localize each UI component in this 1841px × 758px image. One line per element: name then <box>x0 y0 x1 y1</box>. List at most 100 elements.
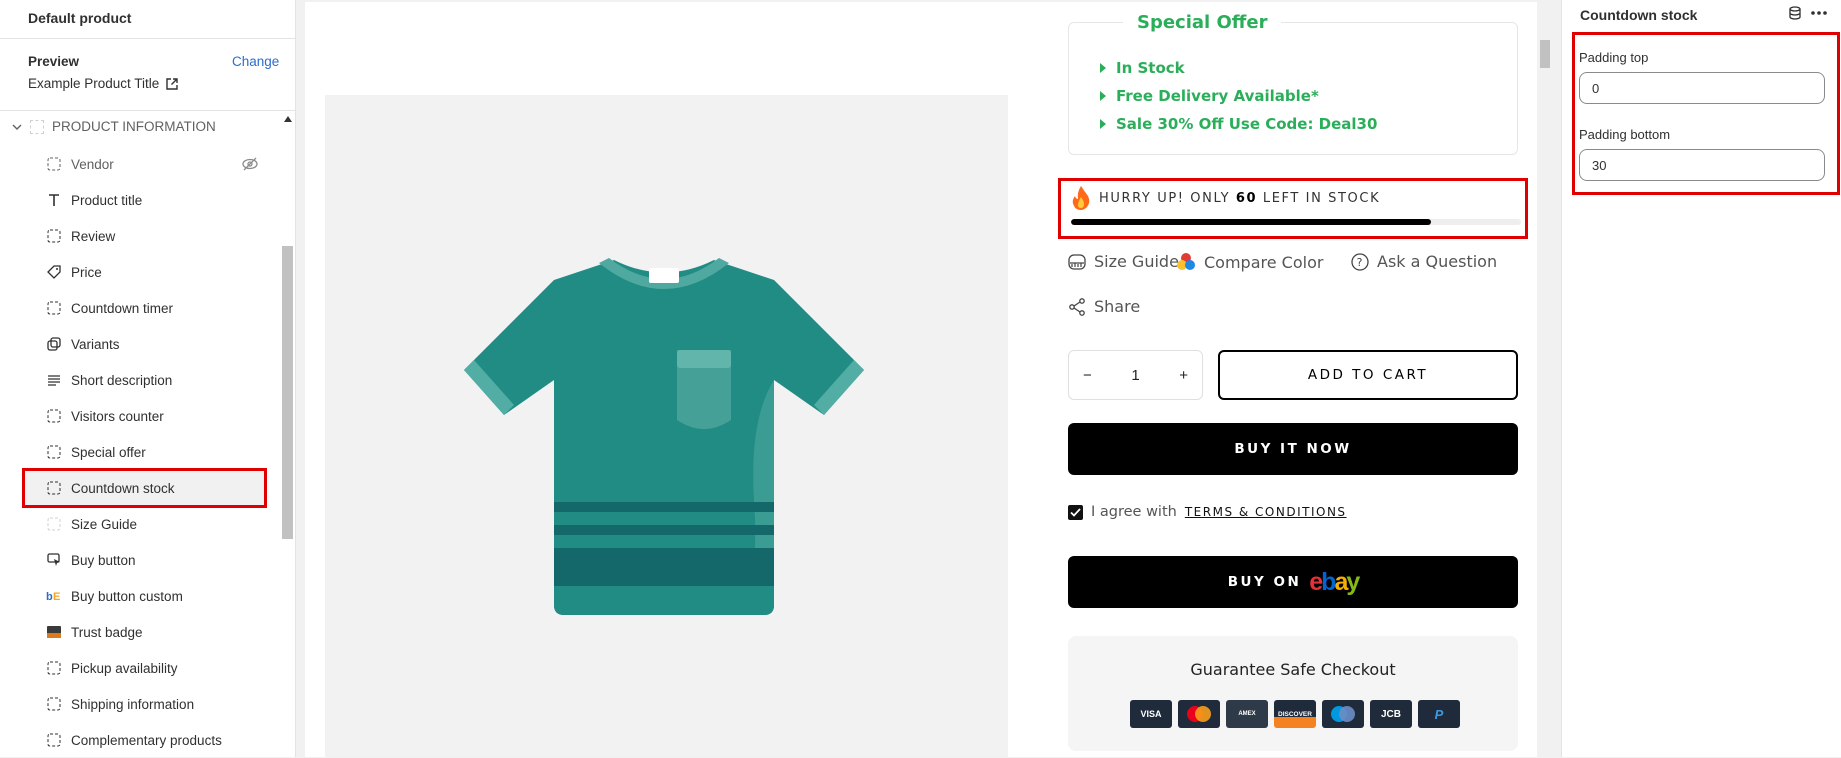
guarantee-safe-checkout: Guarantee Safe Checkout VISA AMEX DISCOV… <box>1068 636 1518 751</box>
block-countdown-stock[interactable]: Countdown stock <box>22 468 267 508</box>
block-label: Countdown timer <box>71 300 174 316</box>
external-link-icon <box>166 77 179 90</box>
padding-bottom-input[interactable] <box>1579 149 1825 181</box>
buy-on-label: BUY ON <box>1227 574 1302 590</box>
change-preview-link[interactable]: Change <box>232 54 279 69</box>
add-to-cart-button[interactable]: ADD TO CART <box>1218 350 1518 400</box>
hurry-text: HURRY UP! ONLY 60 LEFT IN STOCK <box>1099 191 1380 206</box>
tshirt-image <box>464 258 864 615</box>
link-label: Size Guide <box>1094 252 1179 271</box>
stock-progress-bar <box>1071 219 1521 225</box>
offer-item: Sale 30% Off Use Code: Deal30 <box>1100 110 1377 138</box>
terms-agreement[interactable]: I agree with TERMS & CONDITIONS <box>1068 504 1347 520</box>
increase-quantity-button[interactable]: + <box>1179 367 1188 384</box>
paypal-icon: P <box>1418 700 1460 728</box>
discover-icon: DISCOVER <box>1274 700 1316 728</box>
terms-link[interactable]: TERMS & CONDITIONS <box>1185 505 1347 519</box>
block-pickup-availability[interactable]: Pickup availability <box>24 650 272 686</box>
settings-title: Countdown stock <box>1580 7 1698 23</box>
chevron-down-icon <box>12 124 22 130</box>
block-visitors-counter[interactable]: Visitors counter <box>24 398 272 434</box>
block-complementary-products[interactable]: Complementary products <box>24 722 272 758</box>
sidebar-scroll-thumb[interactable] <box>282 246 293 539</box>
block-trust-badge[interactable]: Trust badge <box>24 614 272 650</box>
stock-progress-fill <box>1071 219 1431 225</box>
color-palette-icon <box>1177 253 1195 270</box>
block-price[interactable]: Price <box>24 254 272 290</box>
special-offer-title: Special Offer <box>1123 12 1282 33</box>
block-label: Short description <box>71 372 173 388</box>
ebay-letter: a <box>1334 567 1348 596</box>
amex-icon: AMEX <box>1226 700 1268 728</box>
card-label: DISCOVER <box>1278 710 1312 718</box>
countdown-stock-block[interactable]: HURRY UP! ONLY 60 LEFT IN STOCK <box>1058 178 1528 239</box>
block-special-offer[interactable]: Special offer <box>24 434 272 470</box>
quantity-stepper[interactable]: − 1 + <box>1068 350 1203 400</box>
ruler-icon <box>1068 253 1086 270</box>
buy-it-now-button[interactable]: BUY IT NOW <box>1068 423 1518 475</box>
image-icon <box>46 624 62 640</box>
hurry-prefix: HURRY UP! ONLY <box>1099 190 1231 206</box>
block-buy-button-custom[interactable]: bE Buy button custom <box>24 578 272 614</box>
ebay-logo: ebay <box>1309 567 1360 597</box>
compare-color-link[interactable]: Compare Color <box>1176 252 1323 272</box>
terms-checkbox[interactable] <box>1068 504 1083 520</box>
special-offer-list: In Stock Free Delivery Available* Sale 3… <box>1100 54 1377 138</box>
agree-text: I agree with <box>1091 504 1177 520</box>
section-product-information[interactable]: PRODUCT INFORMATION <box>12 119 216 134</box>
block-shipping-information[interactable]: Shipping information <box>24 686 272 722</box>
settings-actions <box>1788 6 1828 20</box>
buy-on-ebay-button[interactable]: BUY ON ebay <box>1068 556 1518 608</box>
card-label: VISA <box>1140 709 1162 719</box>
block-label: Size Guide <box>71 516 138 532</box>
padding-top-input[interactable] <box>1579 72 1825 104</box>
eye-hidden-icon[interactable] <box>242 157 258 171</box>
template-title: Default product <box>28 10 132 26</box>
block-buy-button[interactable]: Buy button <box>24 542 272 578</box>
paragraph-icon <box>46 372 62 388</box>
dashed-block-icon <box>46 156 62 172</box>
block-size-guide[interactable]: Size Guide <box>24 506 272 542</box>
canvas-scroll-thumb[interactable] <box>1540 40 1550 68</box>
dashed-block-icon <box>46 480 62 496</box>
stock-count: 60 <box>1235 190 1258 206</box>
canvas-scrollbar[interactable] <box>1537 2 1551 757</box>
mastercard-icon <box>1178 700 1220 728</box>
block-label: Buy button custom <box>71 588 183 604</box>
link-label: Compare Color <box>1204 252 1324 272</box>
block-review[interactable]: Review <box>24 218 272 254</box>
block-product-title[interactable]: Product title <box>24 182 272 218</box>
theme-editor-sidebar: Default product Preview Change Example P… <box>0 0 296 757</box>
quantity-value[interactable]: 1 <box>1131 367 1139 384</box>
block-vendor[interactable]: Vendor <box>24 146 272 182</box>
block-short-description[interactable]: Short description <box>24 362 272 398</box>
question-icon: ? <box>1351 252 1369 271</box>
share-link[interactable]: Share <box>1068 297 1140 316</box>
bullet-triangle-icon <box>1100 63 1106 73</box>
svg-text:E: E <box>53 591 60 602</box>
offer-text: In Stock <box>1116 59 1185 77</box>
offer-item: In Stock <box>1100 54 1377 82</box>
dashed-block-icon <box>46 300 62 316</box>
decrease-quantity-button[interactable]: − <box>1083 367 1092 384</box>
jcb-icon: JCB <box>1370 700 1412 728</box>
ask-question-link[interactable]: ? Ask a Question <box>1351 252 1497 271</box>
scroll-up-arrow-icon[interactable] <box>284 116 292 122</box>
hurry-row: HURRY UP! ONLY 60 LEFT IN STOCK <box>1071 186 1380 210</box>
offer-text: Sale 30% Off Use Code: Deal30 <box>1116 115 1378 133</box>
bullet-triangle-icon <box>1100 91 1106 101</box>
block-label: Review <box>71 228 116 244</box>
size-guide-link[interactable]: Size Guide <box>1068 252 1179 271</box>
ebay-letter: b <box>1321 567 1336 596</box>
database-icon[interactable] <box>1788 6 1802 20</box>
preview-product-link[interactable]: Example Product Title <box>28 76 179 91</box>
maestro-icon <box>1322 700 1364 728</box>
block-label: Shipping information <box>71 696 195 712</box>
more-options-icon[interactable] <box>1810 10 1828 16</box>
block-countdown-timer[interactable]: Countdown timer <box>24 290 272 326</box>
card-label: AMEX <box>1238 710 1256 717</box>
visa-icon: VISA <box>1130 700 1172 728</box>
product-image[interactable] <box>325 95 1008 757</box>
dashed-block-icon <box>46 660 62 676</box>
block-variants[interactable]: Variants <box>24 326 272 362</box>
